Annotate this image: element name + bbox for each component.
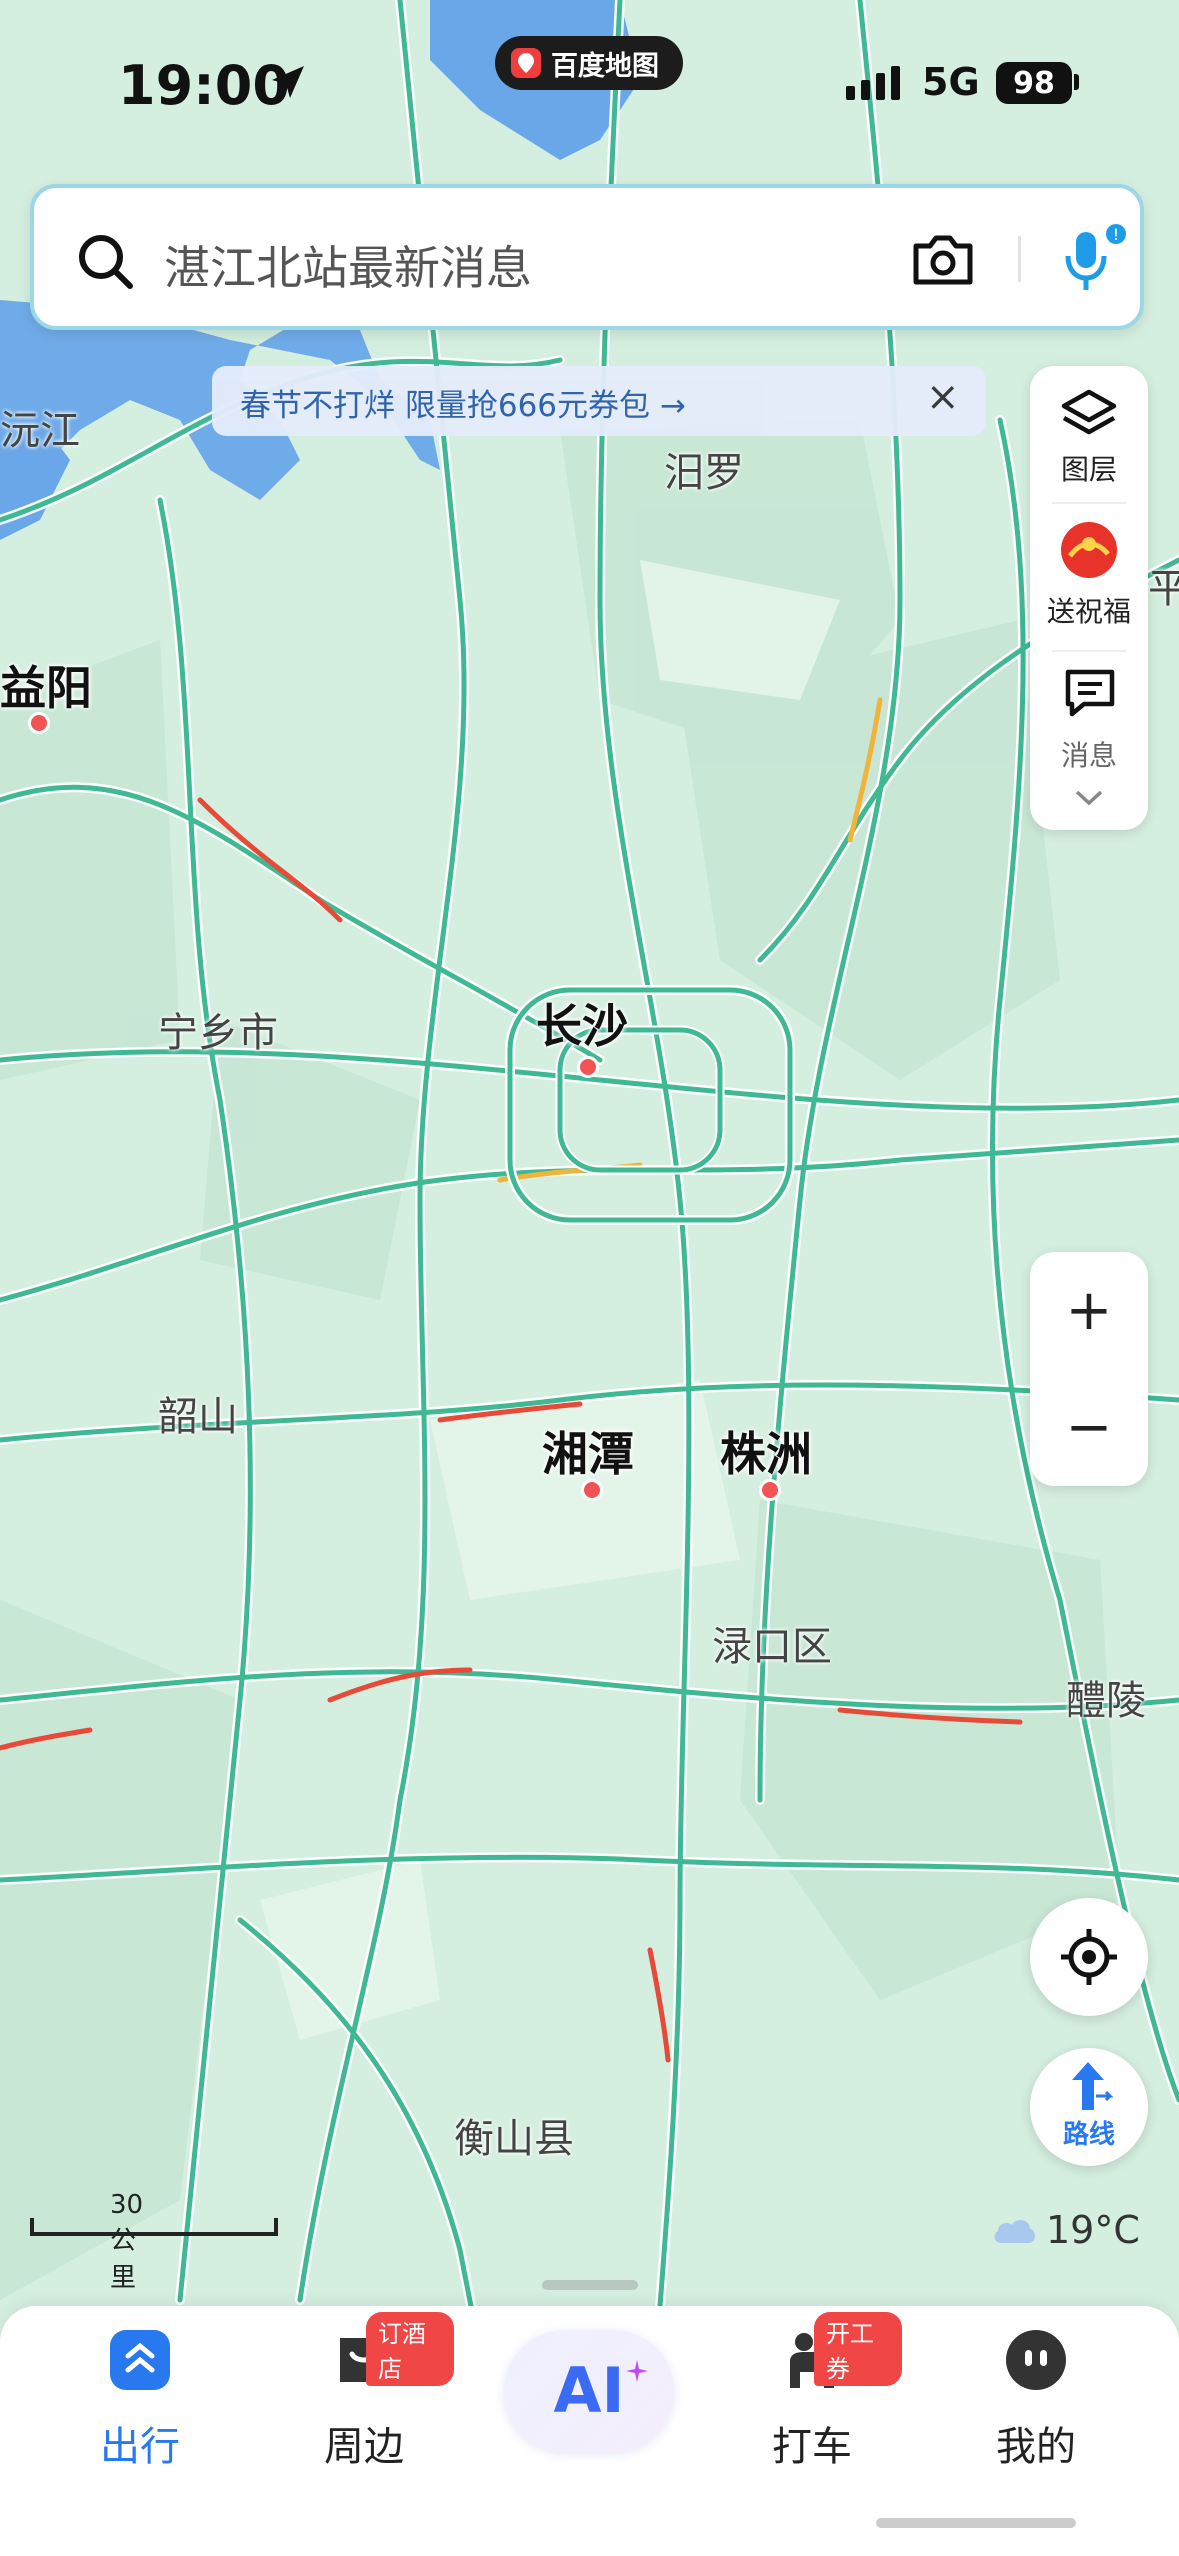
- layers-icon[interactable]: [1060, 388, 1118, 442]
- blessing-icon[interactable]: [1052, 516, 1126, 584]
- profile-icon: [1006, 2330, 1066, 2390]
- baidu-map-logo-icon: [511, 48, 541, 78]
- promo-close-icon[interactable]: ×: [926, 374, 960, 420]
- tab-mine-label: 我的: [996, 2424, 1076, 2470]
- promo-banner[interactable]: 春节不打烊 限量抢666元券包 → ×: [212, 366, 986, 436]
- weather-temp: 19°C: [1046, 2208, 1140, 2252]
- search-placeholder[interactable]: 湛江北站最新消息: [164, 232, 532, 298]
- search-divider: [1018, 236, 1021, 282]
- map-tools-panel: 图层 送祝福 消息: [1030, 366, 1148, 830]
- city-label-zhuzhou[interactable]: 株洲: [720, 1418, 812, 1484]
- zoom-out-button[interactable]: −: [1030, 1369, 1148, 1486]
- route-button[interactable]: 路线: [1030, 2048, 1148, 2166]
- messages-label[interactable]: 消息: [1030, 734, 1148, 774]
- crosshair-icon: [1061, 1929, 1117, 1985]
- route-arrow-icon: [1072, 2062, 1114, 2110]
- locate-button[interactable]: [1030, 1898, 1148, 2016]
- city-label-changsha[interactable]: 长沙: [536, 990, 628, 1056]
- camera-icon[interactable]: [910, 230, 976, 290]
- status-bar: 19:00 百度地图 5G 98: [0, 0, 1179, 170]
- search-bar[interactable]: 湛江北站最新消息 !: [30, 184, 1144, 330]
- message-icon[interactable]: [1062, 666, 1118, 720]
- chevron-down-icon[interactable]: [1074, 788, 1104, 808]
- town-label-lukou[interactable]: 渌口区: [712, 1614, 832, 1672]
- city-dot-xiangtan[interactable]: [581, 1479, 603, 1501]
- town-label-pingjiang[interactable]: 平江: [1148, 556, 1179, 614]
- scale-ruler: [30, 2218, 278, 2236]
- tab-taxi[interactable]: 开工券 打车: [722, 2306, 902, 2506]
- tab-mine[interactable]: 我的: [946, 2306, 1126, 2506]
- town-label-ningxiang[interactable]: 宁乡市: [158, 1000, 278, 1058]
- town-label-miluo[interactable]: 汨罗: [664, 440, 744, 498]
- ai-label: AI: [553, 2354, 625, 2427]
- status-time: 19:00: [118, 54, 290, 117]
- city-label-yiyang[interactable]: 益阳: [0, 652, 92, 718]
- route-label: 路线: [1062, 2120, 1115, 2150]
- svg-text:!: !: [1113, 225, 1119, 244]
- zoom-controls: + −: [1030, 1252, 1148, 1486]
- sheet-drag-handle[interactable]: [542, 2280, 638, 2290]
- town-label-shaoshan[interactable]: 韶山: [158, 1384, 238, 1442]
- tab-travel-label: 出行: [100, 2424, 180, 2470]
- nearby-badge: 订酒店: [366, 2312, 454, 2386]
- city-dot-yiyang[interactable]: [28, 712, 50, 734]
- tab-nearby-label: 周边: [324, 2424, 404, 2470]
- search-icon: [79, 235, 133, 289]
- cloud-icon: [994, 2220, 1035, 2243]
- tab-travel[interactable]: 出行: [50, 2306, 230, 2506]
- city-label-xiangtan[interactable]: 湘潭: [542, 1418, 634, 1484]
- scale-label: 30 公里: [110, 2190, 144, 2293]
- signal-bars-icon: [846, 66, 900, 100]
- side-separator: [1052, 502, 1126, 504]
- battery-nub: [1074, 74, 1079, 90]
- promo-text[interactable]: 春节不打烊 限量抢666元券包 →: [240, 380, 686, 425]
- tab-taxi-label: 打车: [772, 2424, 852, 2470]
- home-indicator: [876, 2518, 1076, 2528]
- weather-widget[interactable]: 19°C: [990, 2208, 1140, 2252]
- blessing-label[interactable]: 送祝福: [1030, 590, 1148, 630]
- battery-level: 98: [996, 62, 1072, 104]
- ai-assistant-button[interactable]: AI: [504, 2330, 674, 2452]
- town-label-hengshan[interactable]: 衡山县: [454, 2106, 574, 2164]
- city-dot-zhuzhou[interactable]: [759, 1479, 781, 1501]
- tab-nearby[interactable]: 订酒店 周边: [274, 2306, 454, 2506]
- taxi-badge: 开工券: [814, 2312, 902, 2386]
- zoom-in-button[interactable]: +: [1030, 1252, 1148, 1369]
- network-type: 5G: [922, 60, 980, 104]
- city-dot-changsha[interactable]: [577, 1056, 599, 1078]
- travel-icon: [110, 2330, 170, 2390]
- app-badge: 百度地图: [495, 36, 683, 90]
- location-arrow-icon: [272, 66, 304, 98]
- town-label-yuanjiang[interactable]: 沅江: [0, 398, 80, 456]
- town-label-liling[interactable]: 醴陵: [1066, 1668, 1146, 1726]
- sparkle-icon: [626, 2360, 648, 2382]
- layers-label[interactable]: 图层: [1030, 448, 1148, 488]
- side-separator: [1052, 650, 1126, 652]
- app-badge-label: 百度地图: [551, 50, 659, 82]
- microphone-icon[interactable]: !: [1054, 220, 1134, 300]
